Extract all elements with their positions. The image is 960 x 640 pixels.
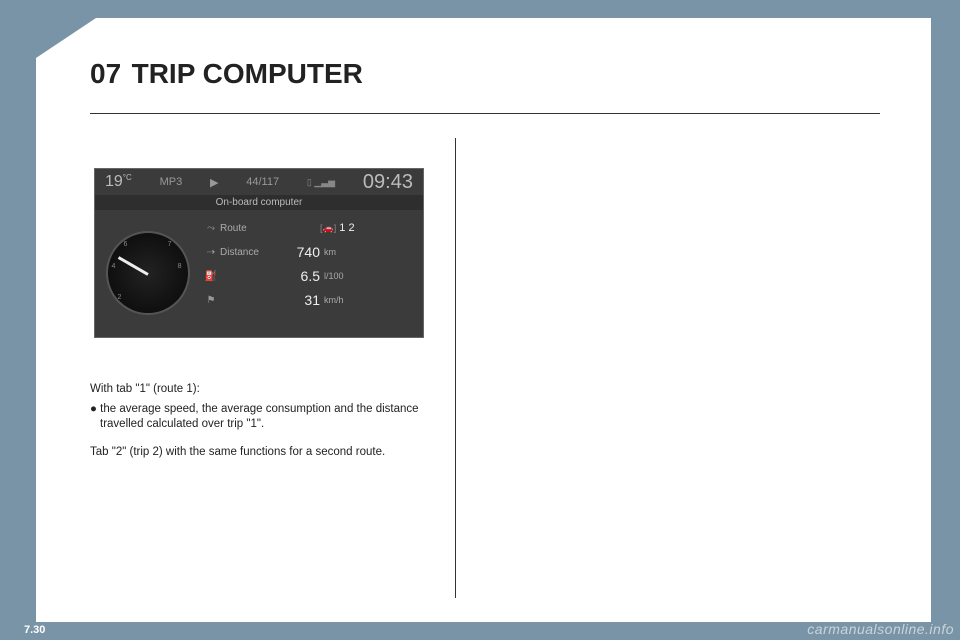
bullet-line: ● the average speed, the average consump… [90,402,435,433]
gauge-needle [117,256,148,276]
row-value: 740 [280,244,320,260]
page-number: 7.30 [24,624,45,636]
temperature: 19°C [105,173,132,191]
battery-signal-icon: ▯ ▁▃▅ [307,177,335,188]
gauge-tick: 7 [168,241,172,248]
def-label: Average fuel consumption: [476,370,624,382]
stats-row-speed: ⚑ 31 km/h [202,288,415,312]
manual-page: 07 TRIP COMPUTER 19°C MP3 ▶ 44/117 ▯ ▁▃▅… [36,18,931,622]
gauge-tick: 4 [112,263,116,270]
def-average-speed: Average speed: this is the average speed… [476,489,874,519]
section-title: TRIP COMPUTER [132,58,363,90]
bullet-text: the average speed, the average consumpti… [100,403,419,431]
row-unit: km/h [320,295,356,305]
def-text: When the range falls below 20 miles (30 … [476,243,874,288]
definitions-panel: A few definitions Range: displays the di… [476,138,880,519]
left-column: 19°C MP3 ▶ 44/117 ▯ ▁▃▅ 09:43 On-board c… [90,138,455,598]
def-text: If, whilst driving, dashes are displayed… [476,289,874,319]
stats-panel: ⤳ Route [🚗] 1 2 ⇢ Distance 740 km [200,210,423,336]
screenshot-subtitle: On-board computer [95,195,423,210]
def-current-consumption: Current fuel consumption: only calculate… [476,329,874,359]
gauge-tick: 2 [118,294,122,301]
left-description: With tab "1" (route 1): ● the average sp… [90,382,435,460]
stats-row-route: ⤳ Route [🚗] 1 2 [202,216,415,240]
onboard-computer-screenshot: 19°C MP3 ▶ 44/117 ▯ ▁▃▅ 09:43 On-board c… [94,168,424,338]
row-value: 31 [280,292,320,308]
gauge-tick: 8 [178,263,182,270]
def-text: This displayed value may vary significan… [476,211,874,241]
second-line: Tab "2" (trip 2) with the same functions… [90,445,435,461]
content-columns: 19°C MP3 ▶ 44/117 ▯ ▁▃▅ 09:43 On-board c… [90,138,880,598]
def-average-consumption: Average fuel consumption: this is the av… [476,369,874,399]
tabs-numbers: 1 2 [339,222,354,234]
def-distance-travelled: Distance travelled: calculated since the… [476,409,874,424]
route-icon: ⤳ [202,223,220,234]
corner-notch [36,18,96,58]
stats-row-consumption: ⛽ 6.5 l/100 [202,264,415,288]
track-counter: 44/117 [246,176,279,188]
def-range: Range: displays the distance which can b… [476,164,874,319]
stats-row-distance: ⇢ Distance 740 km [202,240,415,264]
row-label: Distance [220,247,280,258]
row-value: 6.5 [280,268,320,284]
speedometer-gauge: 2 4 6 7 8 [106,231,190,315]
row-unit: l/100 [320,271,356,281]
temp-value: 19 [105,173,123,190]
divider [90,113,880,114]
def-label: Average speed: [476,490,561,502]
car-icon: [🚗] [320,223,336,233]
definitions-heading: A few definitions [476,140,874,155]
right-column: A few definitions Range: displays the di… [455,138,880,598]
intro-line: With tab "1" (route 1): [90,382,435,398]
row-label: Route [220,223,280,234]
def-text: calculated since the last trip computer … [578,410,831,422]
page-title: 07 TRIP COMPUTER [90,58,363,90]
def-text: displays the distance which can be trave… [476,165,860,207]
media-label: MP3 [160,176,183,188]
def-label: Distance travelled: [476,410,578,422]
temp-unit: °C [123,174,132,182]
distance-icon: ⇢ [202,247,220,258]
route-tabs: [🚗] 1 2 [320,222,355,234]
section-number: 07 [90,58,121,90]
def-label: Current fuel consumption: [476,330,620,342]
play-icon: ▶ [210,176,218,189]
def-label: Distance remaining to the destination: [476,435,685,447]
flag-icon: ⚑ [202,295,220,306]
gauge-container: 2 4 6 7 8 [95,210,200,336]
screenshot-topbar: 19°C MP3 ▶ 44/117 ▯ ▁▃▅ 09:43 [95,169,423,195]
clock: 09:43 [363,171,413,194]
row-unit: km [320,247,356,257]
fuel-icon: ⛽ [202,271,220,282]
watermark: carmanualsonline.info [807,621,954,637]
def-label: Range: [476,165,515,177]
screenshot-body: 2 4 6 7 8 ⤳ Route [🚗] 1 2 [95,210,423,336]
def-distance-remaining: Distance remaining to the destination: c… [476,434,874,479]
gauge-tick: 6 [124,241,128,248]
